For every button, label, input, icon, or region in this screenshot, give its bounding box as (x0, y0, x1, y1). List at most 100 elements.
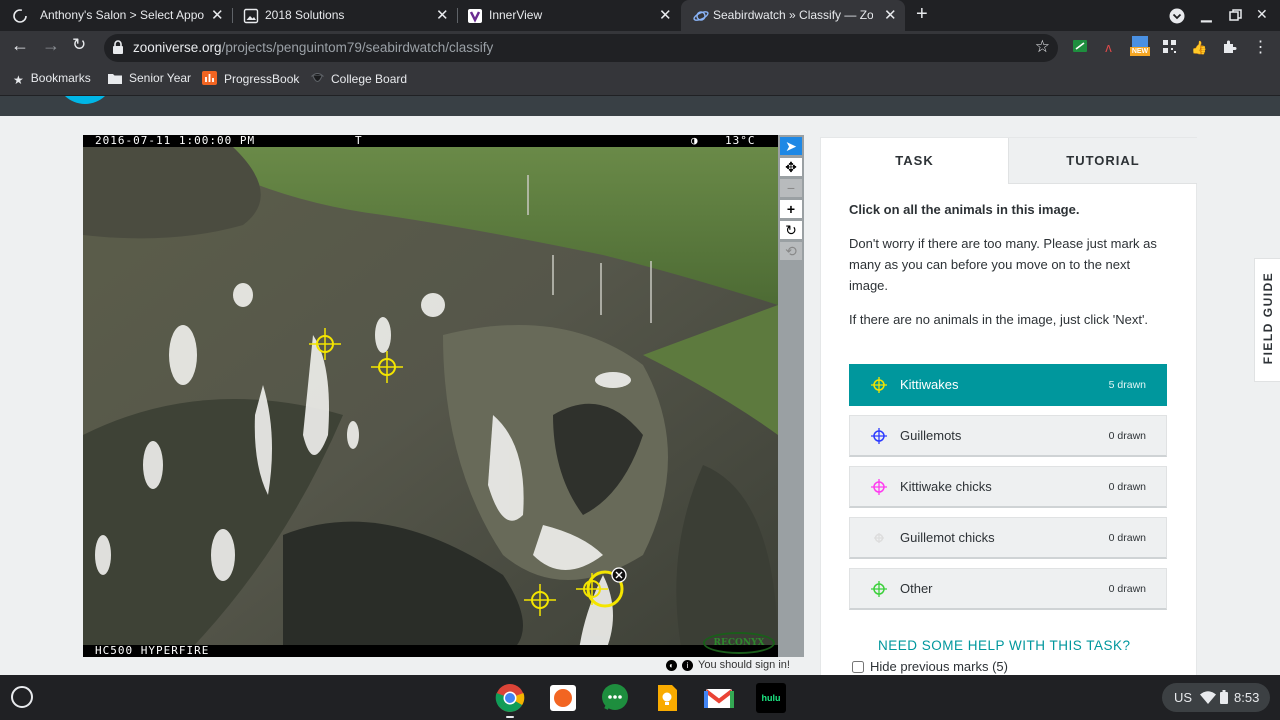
bookmark-folder-senior-year[interactable]: Senior Year (108, 71, 191, 85)
restore-icon[interactable] (1229, 9, 1242, 22)
close-icon[interactable]: ✕ (211, 6, 224, 24)
kittiwake-marker[interactable] (369, 349, 405, 385)
tab-2018-solutions[interactable]: 2018 Solutions ✕ (233, 0, 457, 31)
reset-icon[interactable]: ⟲ (780, 242, 802, 260)
camera-model-bar: HC500 HYPERFIRE (83, 645, 778, 657)
status-tray[interactable]: US 8:53 (1162, 683, 1270, 712)
thumbs-up-extension-icon[interactable]: 👍 (1191, 39, 1208, 56)
temperature: 13°C (725, 135, 756, 147)
hide-marks-checkbox[interactable] (852, 661, 864, 673)
cliff-photo (83, 135, 778, 657)
task-help-link[interactable]: NEED SOME HELP WITH THIS TASK? (878, 638, 1131, 653)
kittiwake-marker[interactable] (307, 326, 343, 362)
cast-extension-icon[interactable] (1071, 39, 1088, 56)
bookmark-label: ProgressBook (224, 72, 300, 86)
image-document-icon (243, 8, 259, 24)
tab-title: InnerView (489, 8, 543, 22)
tool-kittiwakes[interactable]: Kittiwakes 5 drawn (849, 364, 1167, 406)
close-icon[interactable]: ✕ (659, 6, 672, 24)
minimize-icon[interactable]: ▁ (1201, 6, 1212, 23)
lock-icon[interactable] (112, 39, 124, 55)
zoom-in-icon[interactable]: + (780, 200, 802, 218)
field-guide-tab[interactable]: FIELD GUIDE (1254, 258, 1280, 382)
subject-image[interactable]: 2016-07-11 1:00:00 PM T ◑ 13°C HC500 HYP… (83, 135, 778, 657)
gmail-icon[interactable] (704, 683, 734, 713)
orange-app-icon[interactable] (548, 683, 578, 713)
task-help-text: Don't worry if there are too many. Pleas… (849, 236, 1157, 293)
bookmark-label: College Board (331, 72, 408, 86)
bookmark-progressbook[interactable]: ProgressBook (202, 71, 299, 86)
tool-count: 5 drawn (1108, 379, 1146, 391)
progressbook-icon (202, 71, 217, 85)
bookmark-college-board[interactable]: College Board (311, 71, 407, 86)
tool-guillemot-chicks[interactable]: Guillemot chicks 0 drawn (849, 517, 1167, 559)
hide-marks-label: Hide previous marks (5) (870, 659, 1008, 674)
extensions-puzzle-icon[interactable] (1221, 39, 1238, 56)
hide-previous-marks[interactable]: Hide previous marks (5) (852, 659, 1008, 674)
url-text[interactable]: zooniverse.org/projects/penguintom79/sea… (133, 40, 493, 55)
clock: 8:53 (1234, 690, 1260, 705)
back-icon[interactable]: ← (11, 35, 29, 56)
keep-icon[interactable] (652, 683, 682, 713)
launcher-icon[interactable] (11, 686, 33, 708)
tab-search-icon[interactable] (1169, 8, 1185, 24)
delete-mark-icon[interactable] (611, 567, 627, 583)
bookmarks-bar: ★ Bookmarks Senior Year ProgressBook Coll… (0, 64, 1280, 96)
qr-extension-icon[interactable] (1161, 39, 1178, 56)
close-icon[interactable]: ✕ (884, 6, 897, 24)
task-question: Click on all the animals in this image. (849, 202, 1080, 217)
tool-guillemots[interactable]: Guillemots 0 drawn (849, 415, 1167, 457)
crosshair-icon (871, 377, 887, 393)
red-extension-icon[interactable]: ᴧ (1100, 39, 1117, 56)
battery-icon (1220, 690, 1228, 704)
close-window-icon[interactable]: ✕ (1256, 6, 1268, 23)
folder-icon (108, 74, 122, 84)
tool-label: Guillemot chicks (900, 530, 995, 545)
tool-count: 0 drawn (1108, 532, 1146, 544)
zoom-out-icon[interactable]: − (780, 179, 802, 197)
tool-kittiwake-chicks[interactable]: Kittiwake chicks 0 drawn (849, 466, 1167, 508)
chrome-icon[interactable] (495, 683, 525, 713)
messages-icon[interactable] (600, 683, 630, 713)
zooniverse-icon (693, 11, 709, 21)
tool-count: 0 drawn (1108, 430, 1146, 442)
image-toolbar: ➤ ✥ − + ↻ ⟲ (778, 135, 804, 657)
active-app-indicator (506, 716, 514, 718)
zooniverse-page: 2016-07-11 1:00:00 PM T ◑ 13°C HC500 HYP… (0, 96, 1280, 675)
kittiwake-marker[interactable] (522, 582, 558, 618)
pointer-tool-icon[interactable]: ➤ (780, 137, 802, 155)
field-guide-label: FIELD GUIDE (1261, 271, 1275, 365)
crosshair-icon (871, 581, 887, 597)
new-extension-icon[interactable]: NEW (1130, 36, 1150, 58)
bookmark-label: Bookmarks (30, 71, 91, 85)
info-icon[interactable]: i (682, 660, 693, 671)
close-icon[interactable]: ✕ (436, 6, 449, 24)
crosshair-icon (871, 428, 887, 444)
tab-strip: Anthony's Salon > Select Appoin ✕ 2018 S… (0, 0, 1280, 31)
tab-tutorial[interactable]: TUTORIAL (1008, 138, 1197, 184)
move-tool-icon[interactable]: ✥ (780, 158, 802, 176)
tab-seabirdwatch[interactable]: Seabirdwatch » Classify — Zooni ✕ (681, 0, 905, 31)
tab-title: Anthony's Salon > Select Appoin (40, 8, 204, 22)
rotate-icon[interactable]: ↻ (780, 221, 802, 239)
keyboard-locale: US (1174, 690, 1193, 705)
bookmark-star-icon[interactable]: ☆ (1035, 37, 1050, 57)
tool-other[interactable]: Other 0 drawn (849, 568, 1167, 610)
camera-info-bar: 2016-07-11 1:00:00 PM T ◑ 13°C (83, 135, 778, 147)
tab-task[interactable]: TASK (821, 138, 1008, 183)
site-header (0, 96, 1280, 116)
forward-icon[interactable]: → (42, 35, 60, 56)
contrast-icon[interactable]: ◐ (666, 660, 677, 671)
reload-icon[interactable]: ↻ (72, 35, 86, 55)
more-menu-icon[interactable]: ⋮ (1252, 39, 1269, 56)
hulu-icon[interactable]: hulu (756, 683, 786, 713)
task-panel: TASK TUTORIAL Click on all the animals i… (820, 137, 1197, 675)
innerview-logo-icon (468, 9, 482, 23)
address-bar[interactable]: zooniverse.org/projects/penguintom79/sea… (104, 34, 1058, 62)
sign-in-notice: ◐ i You should sign in! (666, 659, 790, 671)
new-tab-icon[interactable]: + (916, 3, 928, 26)
bookmark-item[interactable]: ★ Bookmarks (13, 71, 91, 87)
tab-anthonys-salon[interactable]: Anthony's Salon > Select Appoin ✕ (0, 0, 232, 31)
tool-count: 0 drawn (1108, 481, 1146, 493)
tab-innerview[interactable]: InnerView ✕ (458, 0, 680, 31)
